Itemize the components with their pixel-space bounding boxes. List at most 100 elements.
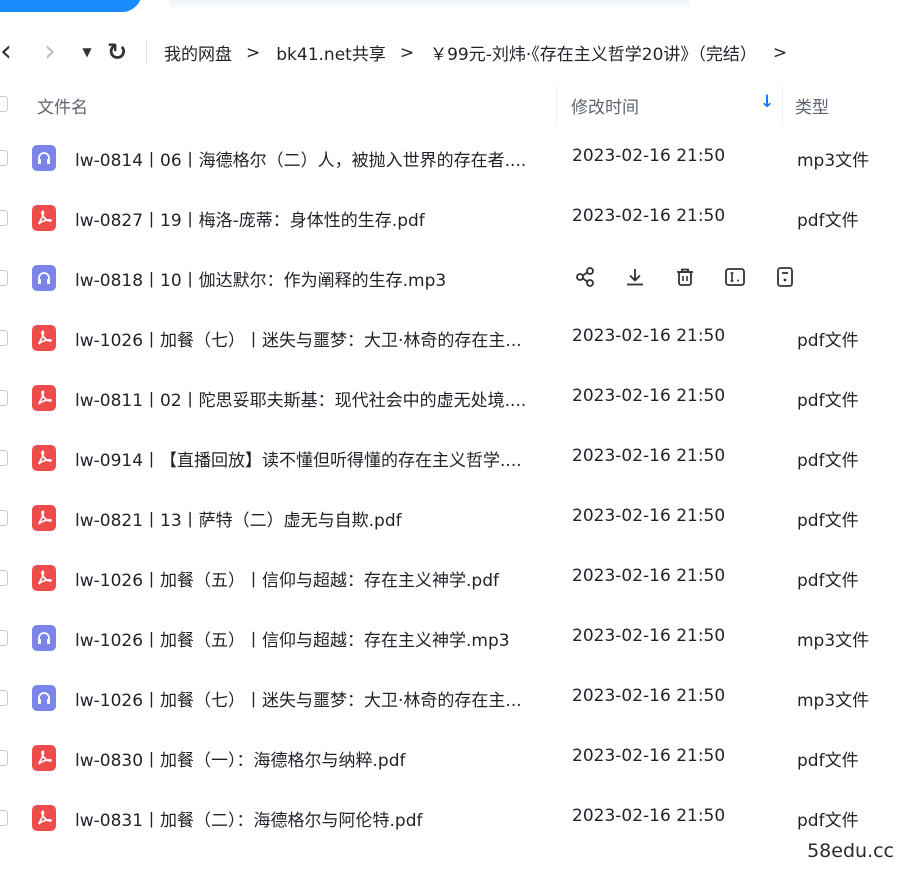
row-checkbox[interactable] [0,150,8,166]
more-icon[interactable] [773,265,797,289]
table-row[interactable]: lw-1026丨加餐（七）丨迷失与噩梦：大卫·林奇的存在主... 2023-02-… [0,308,908,368]
row-checkbox[interactable] [0,810,8,826]
table-row[interactable]: lw-0914丨【直播回放】读不懂但听得懂的存在主义哲学.... 2023-02-… [0,428,908,488]
modified-time: 2023-02-16 21:50 [572,206,726,226]
row-action-toolbar [573,265,823,289]
modified-time: 2023-02-16 21:50 [572,686,726,706]
row-checkbox[interactable] [0,270,8,286]
column-header-name[interactable]: 文件名 [37,93,88,118]
pdf-icon [32,385,56,411]
watermark: 58edu.cc [807,840,894,862]
nav-divider [146,40,147,64]
share-icon[interactable] [573,265,597,289]
mp3-audio-icon [32,685,56,711]
column-header-time[interactable]: 修改时间 [571,93,639,118]
row-checkbox[interactable] [0,570,8,586]
breadcrumb-shared-folder[interactable]: bk41.net共享 [276,40,386,65]
column-divider[interactable] [556,86,557,126]
table-row[interactable]: lw-0827丨19丨梅洛-庞蒂：身体性的生存.pdf 2023-02-16 21… [0,188,908,248]
file-name[interactable]: lw-0914丨【直播回放】读不懂但听得懂的存在主义哲学.... [75,446,550,471]
breadcrumb-separator: > [246,42,261,63]
file-name[interactable]: lw-0827丨19丨梅洛-庞蒂：身体性的生存.pdf [75,206,550,231]
file-list: lw-0814丨06丨海德格尔（二）人，被抛入世界的存在者.... 2023-02… [0,128,908,848]
row-checkbox[interactable] [0,450,8,466]
table-row[interactable]: lw-0814丨06丨海德格尔（二）人，被抛入世界的存在者.... 2023-02… [0,128,908,188]
breadcrumb-current-folder[interactable]: ￥99元-刘炜·《存在主义哲学20讲》（完结） [430,40,757,65]
mp3-audio-icon [32,625,56,651]
modified-time: 2023-02-16 21:50 [572,386,726,406]
file-name[interactable]: lw-1026丨加餐（七）丨迷失与噩梦：大卫·林奇的存在主... [75,686,550,711]
file-name[interactable]: lw-0831丨加餐（二）：海德格尔与阿伦特.pdf [75,806,550,831]
row-checkbox[interactable] [0,630,8,646]
file-name[interactable]: lw-1026丨加餐（五）丨信仰与超越：存在主义神学.pdf [75,566,550,591]
breadcrumb-bar: ‹ › ▼ ↻ 我的网盘 > bk41.net共享 > ￥99元-刘炜·《存在主… [0,26,908,78]
toolbar-shadow [170,0,690,10]
forward-arrow-icon[interactable]: › [40,37,60,67]
table-row[interactable]: lw-0818丨10丨伽达默尔：作为阐释的生存.mp3 [0,248,908,308]
table-row[interactable]: lw-0830丨加餐（一）：海德格尔与纳粹.pdf 2023-02-16 21:5… [0,728,908,788]
mp3-audio-icon [32,145,56,171]
modified-time: 2023-02-16 21:50 [572,806,726,826]
file-type: pdf文件 [797,751,859,771]
breadcrumb-expand-icon[interactable]: > [773,43,787,63]
table-row[interactable]: lw-1026丨加餐（七）丨迷失与噩梦：大卫·林奇的存在主... 2023-02-… [0,668,908,728]
table-row[interactable]: lw-1026丨加餐（五）丨信仰与超越：存在主义神学.mp3 2023-02-16… [0,608,908,668]
pdf-icon [32,505,56,531]
breadcrumb-my-drive[interactable]: 我的网盘 [164,40,232,65]
pdf-icon [32,745,56,771]
back-arrow-icon[interactable]: ‹ [0,37,16,67]
file-name[interactable]: lw-1026丨加餐（五）丨信仰与超越：存在主义神学.mp3 [75,626,550,651]
row-checkbox[interactable] [0,750,8,766]
modified-time: 2023-02-16 21:50 [572,146,726,166]
file-name[interactable]: lw-0830丨加餐（一）：海德格尔与纳粹.pdf [75,746,550,771]
modified-time: 2023-02-16 21:50 [572,446,726,466]
file-type: pdf文件 [797,331,859,351]
pdf-icon [32,565,56,591]
file-type: pdf文件 [797,511,859,531]
column-divider[interactable] [782,86,783,126]
row-checkbox[interactable] [0,510,8,526]
row-checkbox[interactable] [0,690,8,706]
table-row[interactable]: lw-0831丨加餐（二）：海德格尔与阿伦特.pdf 2023-02-16 21:… [0,788,908,848]
modified-time: 2023-02-16 21:50 [572,326,726,346]
file-name[interactable]: lw-0811丨02丨陀思妥耶夫斯基：现代社会中的虚无处境.... [75,386,550,411]
modified-time: 2023-02-16 21:50 [572,746,726,766]
modified-time: 2023-02-16 21:50 [572,626,726,646]
modified-time: 2023-02-16 21:50 [572,506,726,526]
file-name[interactable]: lw-0821丨13丨萨特（二）虚无与自欺.pdf [75,506,550,531]
table-row[interactable]: lw-0821丨13丨萨特（二）虚无与自欺.pdf 2023-02-16 21:5… [0,488,908,548]
breadcrumb: 我的网盘 > bk41.net共享 > ￥99元-刘炜·《存在主义哲学20讲》（… [164,40,787,66]
download-icon[interactable] [623,265,647,289]
mp3-audio-icon [32,265,56,291]
history-dropdown-icon[interactable]: ▼ [78,42,96,62]
breadcrumb-separator: > [399,42,415,63]
row-checkbox[interactable] [0,390,8,406]
row-checkbox[interactable] [0,330,8,346]
file-type: pdf文件 [797,451,859,471]
file-type: pdf文件 [797,211,859,231]
sort-desc-icon[interactable]: ↓ [760,92,774,112]
file-type: mp3文件 [797,151,870,171]
file-type: pdf文件 [797,391,859,411]
pdf-icon [32,445,56,471]
delete-icon[interactable] [673,265,697,289]
file-type: pdf文件 [797,811,859,831]
table-row[interactable]: lw-1026丨加餐（五）丨信仰与超越：存在主义神学.pdf 2023-02-16… [0,548,908,608]
file-type: pdf文件 [797,571,859,591]
modified-time: 2023-02-16 21:50 [572,566,726,586]
pdf-icon [32,325,56,351]
row-checkbox[interactable] [0,210,8,226]
column-header-type[interactable]: 类型 [795,93,829,118]
file-type: mp3文件 [797,631,870,651]
file-name[interactable]: lw-1026丨加餐（七）丨迷失与噩梦：大卫·林奇的存在主... [75,326,550,351]
table-row[interactable]: lw-0811丨02丨陀思妥耶夫斯基：现代社会中的虚无处境.... 2023-02… [0,368,908,428]
table-header: 文件名 修改时间 ↓ 类型 [0,78,908,128]
refresh-icon[interactable]: ↻ [105,38,129,66]
rename-icon[interactable] [723,265,747,289]
primary-action-button[interactable] [0,0,142,12]
select-all-checkbox[interactable] [0,96,8,112]
file-name[interactable]: lw-0814丨06丨海德格尔（二）人，被抛入世界的存在者.... [75,146,550,171]
file-name[interactable]: lw-0818丨10丨伽达默尔：作为阐释的生存.mp3 [75,266,550,291]
file-type: mp3文件 [797,691,870,711]
pdf-icon [32,805,56,831]
